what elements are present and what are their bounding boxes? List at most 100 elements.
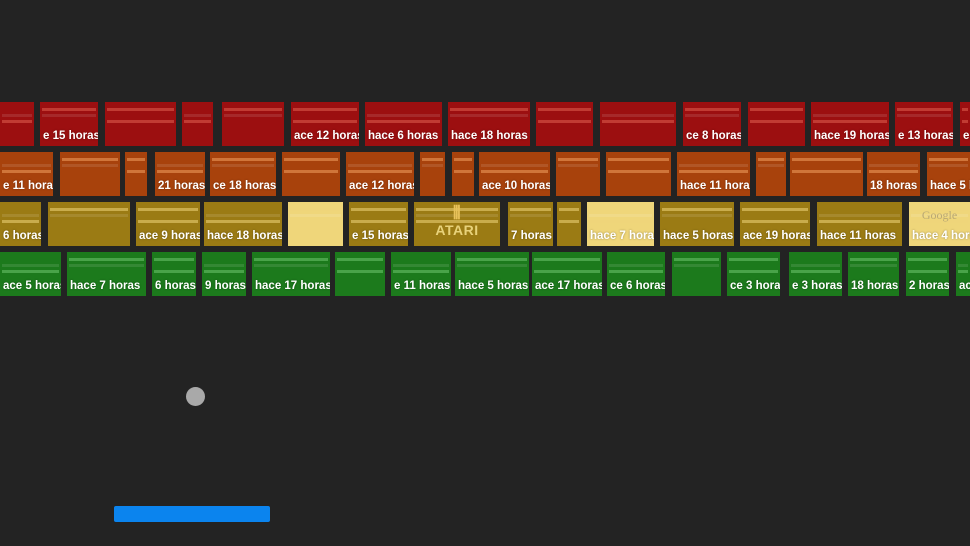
brick-tile: 6 horas	[152, 252, 196, 296]
thumbnail-detail	[454, 158, 472, 161]
time-ago-label: 18 horas	[870, 180, 918, 192]
thumbnail-detail	[157, 164, 203, 167]
thumbnail-detail	[662, 214, 732, 217]
time-ago-label: hace 17 horas	[255, 280, 330, 292]
thumbnail-detail	[750, 120, 803, 123]
brick-tile: hace 18 horas	[448, 102, 530, 146]
thumbnail-image	[600, 102, 676, 146]
thumbnail-detail	[602, 120, 674, 123]
thumbnail-detail	[337, 258, 383, 261]
thumbnail-detail	[958, 264, 968, 267]
thumbnail-image	[48, 202, 130, 246]
thumbnail-detail	[481, 164, 548, 167]
thumbnail-detail	[212, 164, 274, 167]
thumbnail-detail	[758, 164, 784, 167]
time-ago-label: e 1	[963, 130, 970, 142]
thumbnail-detail	[348, 170, 412, 173]
thumbnail-detail	[50, 208, 128, 211]
brick-tile	[182, 102, 213, 146]
thumbnail-detail	[534, 270, 600, 273]
thumbnail-detail	[813, 114, 887, 117]
thumbnail-detail	[157, 170, 203, 173]
thumbnail-detail	[224, 108, 282, 111]
thumbnail-detail	[897, 108, 951, 111]
brick-tile: 2 horas	[906, 252, 949, 296]
thumbnail-detail	[204, 264, 244, 267]
time-ago-label: ce 6 horas	[610, 280, 665, 292]
thumbnail-detail	[69, 258, 144, 261]
thumbnail-detail	[869, 164, 918, 167]
thumbnail-detail	[962, 120, 968, 123]
time-ago-label: ace 9 horas	[139, 230, 200, 242]
thumbnail-image	[756, 152, 786, 196]
thumbnail-detail	[422, 158, 443, 161]
time-ago-label: hace 5 horas	[663, 230, 734, 242]
thumbnail-detail	[2, 270, 59, 273]
time-ago-label: hace 11 horas	[680, 180, 750, 192]
thumbnail-detail	[290, 214, 341, 217]
time-ago-label: ace 5 horas	[3, 280, 61, 292]
thumbnail-detail	[510, 214, 551, 217]
brick-tile: ce 18 horas	[210, 152, 276, 196]
brick-tile: ace 12 horas	[346, 152, 414, 196]
thumbnail-detail	[609, 270, 663, 273]
thumbnail-image	[60, 152, 120, 196]
time-ago-label: hace 6 horas	[368, 130, 439, 142]
thumbnail-detail	[454, 170, 472, 173]
thumbnail-detail	[558, 164, 598, 167]
brick-tile	[756, 152, 786, 196]
thumbnail-detail	[908, 270, 947, 273]
thumbnail-image	[790, 152, 863, 196]
thumbnail-detail	[212, 158, 274, 161]
time-ago-label: 7 horas	[511, 230, 552, 242]
time-ago-label: hace 7 horas	[70, 280, 141, 292]
thumbnail-detail	[184, 120, 211, 123]
thumbnail-detail	[908, 258, 947, 261]
brick-tile: hace 5 h	[927, 152, 970, 196]
brick-tile: hace 5 horas	[660, 202, 734, 246]
thumbnail-detail	[534, 258, 600, 261]
thumbnail-detail	[608, 170, 669, 173]
time-ago-label: hace 18 horas	[451, 130, 528, 142]
paddle[interactable]	[114, 506, 270, 522]
brick-tile: e 15 horas	[40, 102, 98, 146]
google-logo: Google	[921, 208, 958, 222]
thumbnail-detail	[791, 270, 840, 273]
time-ago-label: hace 5 horas	[458, 280, 529, 292]
thumbnail-detail	[206, 214, 280, 217]
thumbnail-detail	[608, 158, 669, 161]
brick-tile	[600, 102, 676, 146]
time-ago-label: ace 10 horas	[482, 180, 550, 192]
brick-tile: e 11 horas	[0, 152, 53, 196]
brick-tile: hace 18 horas	[204, 202, 282, 246]
brick-tile	[105, 102, 176, 146]
thumbnail-image	[125, 152, 147, 196]
thumbnail-detail	[62, 158, 118, 161]
thumbnail-image	[288, 202, 343, 246]
thumbnail-image	[282, 152, 340, 196]
thumbnail-detail	[558, 158, 598, 161]
thumbnail-detail	[367, 114, 440, 117]
brick-tile	[48, 202, 130, 246]
time-ago-label: ce 3 horas	[730, 280, 780, 292]
thumbnail-detail	[742, 208, 808, 211]
thumbnail-detail	[107, 108, 174, 111]
time-ago-label: ce 18 horas	[213, 180, 276, 192]
thumbnail-detail	[510, 208, 551, 211]
thumbnail-detail	[393, 270, 449, 273]
thumbnail-detail	[2, 114, 32, 117]
brick-tile: hace 11 horas	[677, 152, 750, 196]
thumbnail-detail	[685, 108, 739, 111]
brick-tile: 18 horas	[848, 252, 899, 296]
brick-tile: ce 8 horas	[683, 102, 741, 146]
thumbnail-image	[105, 102, 176, 146]
thumbnail-detail	[337, 270, 383, 273]
thumbnail-detail	[127, 158, 145, 161]
brick-tile	[606, 152, 671, 196]
brick-tile: ace 17 horas	[532, 252, 602, 296]
thumbnail-image	[0, 102, 34, 146]
thumbnail-detail	[679, 170, 748, 173]
thumbnail-detail	[674, 264, 719, 267]
thumbnail-detail	[679, 164, 748, 167]
thumbnail-detail	[206, 220, 280, 223]
